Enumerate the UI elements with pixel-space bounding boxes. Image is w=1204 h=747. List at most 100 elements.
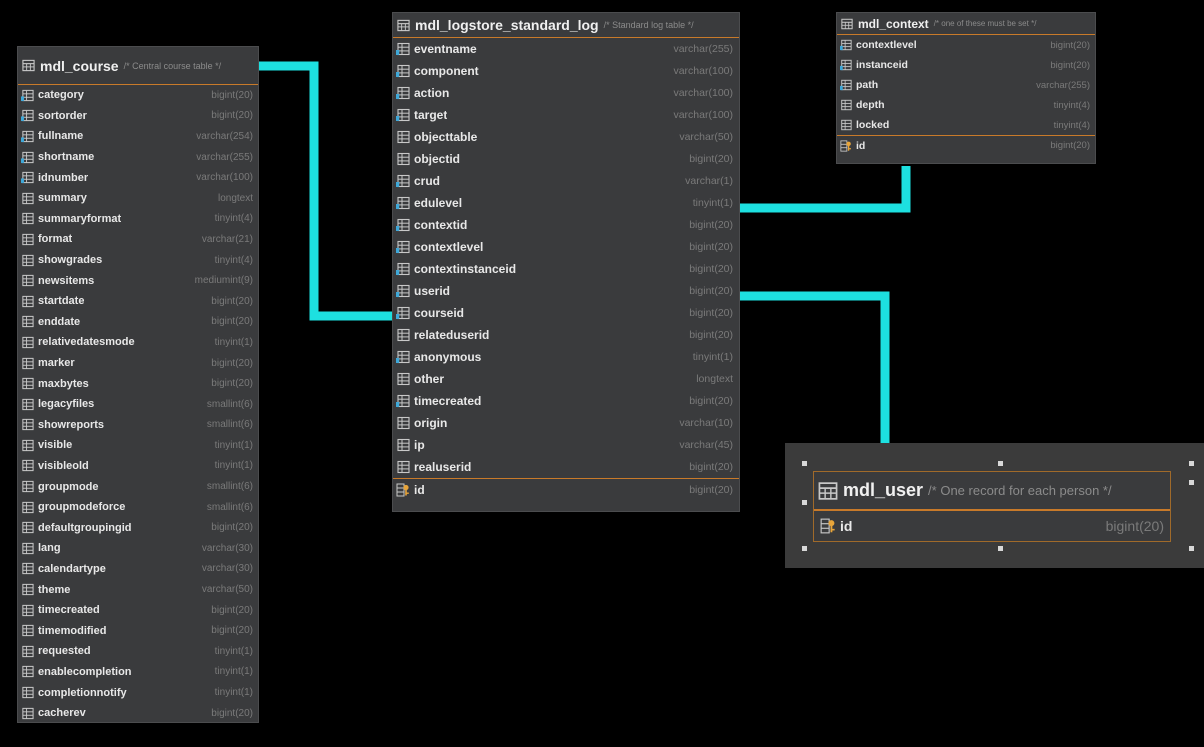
resize-handle[interactable] [1189, 480, 1194, 485]
column-name: target [414, 108, 448, 122]
column-type: smallint(6) [206, 481, 253, 493]
column-row[interactable]: summary longtext [18, 188, 258, 209]
column-type: bigint(20) [211, 378, 253, 390]
column-row[interactable]: category bigint(20) [18, 85, 258, 106]
column-row[interactable]: other longtext [393, 368, 739, 390]
column-row[interactable]: groupmodeforce smallint(6) [18, 497, 258, 518]
column-row[interactable]: newsitems mediumint(9) [18, 270, 258, 291]
column-type: varchar(1) [685, 175, 733, 187]
column-row[interactable]: shortname varchar(255) [18, 147, 258, 168]
column-name: eventname [414, 42, 477, 56]
column-row[interactable]: ip varchar(45) [393, 434, 739, 456]
column-type: varchar(21) [201, 233, 253, 245]
table-comment: /* one of these must be set */ [933, 19, 1037, 28]
column-row[interactable]: idnumber varchar(100) [18, 167, 258, 188]
column-type: tinyint(1) [214, 460, 253, 472]
column-row[interactable]: cacherev bigint(20) [18, 703, 258, 722]
column-name: completionnotify [38, 686, 127, 699]
column-row[interactable]: path varchar(255) [837, 75, 1095, 95]
column-row[interactable]: contextinstanceid bigint(20) [393, 258, 739, 280]
column-row[interactable]: enddate bigint(20) [18, 312, 258, 333]
column-label: completionnotify [21, 686, 127, 699]
column-row[interactable]: objecttable varchar(50) [393, 126, 739, 148]
column-label: enablecompletion [21, 665, 132, 678]
column-row[interactable]: calendartype varchar(30) [18, 559, 258, 580]
column-row[interactable]: groupmode smallint(6) [18, 476, 258, 497]
column-row[interactable]: defaultgroupingid bigint(20) [18, 517, 258, 538]
primary-key-row[interactable]: id bigint(20) [393, 478, 739, 500]
table-header[interactable]: mdl_context /* one of these must be set *… [837, 13, 1095, 35]
column-name: contextid [414, 218, 468, 232]
resize-handle[interactable] [1189, 461, 1194, 466]
column-row[interactable]: marker bigint(20) [18, 353, 258, 374]
column-name: category [38, 89, 84, 102]
column-row[interactable]: format varchar(21) [18, 229, 258, 250]
column-row[interactable]: relateduserid bigint(20) [393, 324, 739, 346]
column-row[interactable]: action varchar(100) [393, 82, 739, 104]
column-row[interactable]: visible tinyint(1) [18, 435, 258, 456]
column-row[interactable]: contextlevel bigint(20) [393, 236, 739, 258]
table-icon [22, 59, 35, 72]
resize-handle[interactable] [802, 500, 807, 505]
column-row[interactable]: showgrades tinyint(4) [18, 250, 258, 271]
column-row[interactable]: enablecompletion tinyint(1) [18, 662, 258, 683]
fk-column-icon [21, 151, 34, 163]
table-mdl-user[interactable]: mdl_user /* One record for each person */… [813, 471, 1171, 542]
column-name: defaultgroupingid [38, 521, 132, 534]
column-row[interactable]: sortorder bigint(20) [18, 106, 258, 127]
column-row[interactable]: lang varchar(30) [18, 538, 258, 559]
table-header[interactable]: mdl_course /* Central course table */ [18, 47, 258, 85]
fk-column-icon [396, 196, 410, 210]
column-row[interactable]: timecreated bigint(20) [393, 390, 739, 412]
column-row[interactable]: origin varchar(10) [393, 412, 739, 434]
column-row[interactable]: legacyfiles smallint(6) [18, 394, 258, 415]
column-row[interactable]: eventname varchar(255) [393, 38, 739, 60]
column-row[interactable]: contextlevel bigint(20) [837, 35, 1095, 55]
table-header[interactable]: mdl_user /* One record for each person */ [814, 472, 1170, 510]
column-row[interactable]: edulevel tinyint(1) [393, 192, 739, 214]
column-row[interactable]: startdate bigint(20) [18, 291, 258, 312]
column-label: objecttable [396, 130, 477, 144]
resize-handle[interactable] [802, 546, 807, 551]
resize-handle[interactable] [998, 461, 1003, 466]
column-row[interactable]: crud varchar(1) [393, 170, 739, 192]
table-header[interactable]: mdl_logstore_standard_log /* Standard log… [393, 13, 739, 38]
column-row[interactable]: theme varchar(50) [18, 579, 258, 600]
column-name: idnumber [38, 171, 89, 184]
column-label: calendartype [21, 562, 106, 575]
column-row[interactable]: instanceid bigint(20) [837, 55, 1095, 75]
column-row[interactable]: fullname varchar(254) [18, 126, 258, 147]
column-row[interactable]: showreports smallint(6) [18, 415, 258, 436]
table-mdl-course[interactable]: mdl_course /* Central course table */ cate… [17, 46, 259, 723]
column-label: timemodified [21, 624, 106, 637]
column-name: contextinstanceid [414, 262, 517, 276]
column-row[interactable]: completionnotify tinyint(1) [18, 682, 258, 703]
column-row[interactable]: objectid bigint(20) [393, 148, 739, 170]
column-type: mediumint(9) [194, 275, 253, 287]
column-row[interactable]: courseid bigint(20) [393, 302, 739, 324]
column-row[interactable]: component varchar(100) [393, 60, 739, 82]
primary-key-icon [820, 518, 835, 533]
resize-handle[interactable] [998, 546, 1003, 551]
primary-key-row[interactable]: id bigint(20) [837, 135, 1095, 155]
primary-key-row[interactable]: id bigint(20) [814, 510, 1170, 540]
resize-handle[interactable] [1189, 546, 1194, 551]
column-row[interactable]: anonymous tinyint(1) [393, 346, 739, 368]
column-icon [22, 522, 34, 534]
column-row[interactable]: maxbytes bigint(20) [18, 373, 258, 394]
table-mdl-context[interactable]: mdl_context /* one of these must be set *… [836, 12, 1096, 164]
column-row[interactable]: timemodified bigint(20) [18, 620, 258, 641]
table-mdl-logstore-standard-log[interactable]: mdl_logstore_standard_log /* Standard log… [392, 12, 740, 512]
column-row[interactable]: userid bigint(20) [393, 280, 739, 302]
column-row[interactable]: target varchar(100) [393, 104, 739, 126]
column-row[interactable]: realuserid bigint(20) [393, 456, 739, 478]
column-row[interactable]: summaryformat tinyint(4) [18, 209, 258, 230]
column-row[interactable]: visibleold tinyint(1) [18, 456, 258, 477]
column-row[interactable]: locked tinyint(4) [837, 115, 1095, 135]
column-row[interactable]: contextid bigint(20) [393, 214, 739, 236]
column-row[interactable]: depth tinyint(4) [837, 95, 1095, 115]
column-row[interactable]: requested tinyint(1) [18, 641, 258, 662]
column-row[interactable]: relativedatesmode tinyint(1) [18, 332, 258, 353]
resize-handle[interactable] [802, 461, 807, 466]
column-row[interactable]: timecreated bigint(20) [18, 600, 258, 621]
